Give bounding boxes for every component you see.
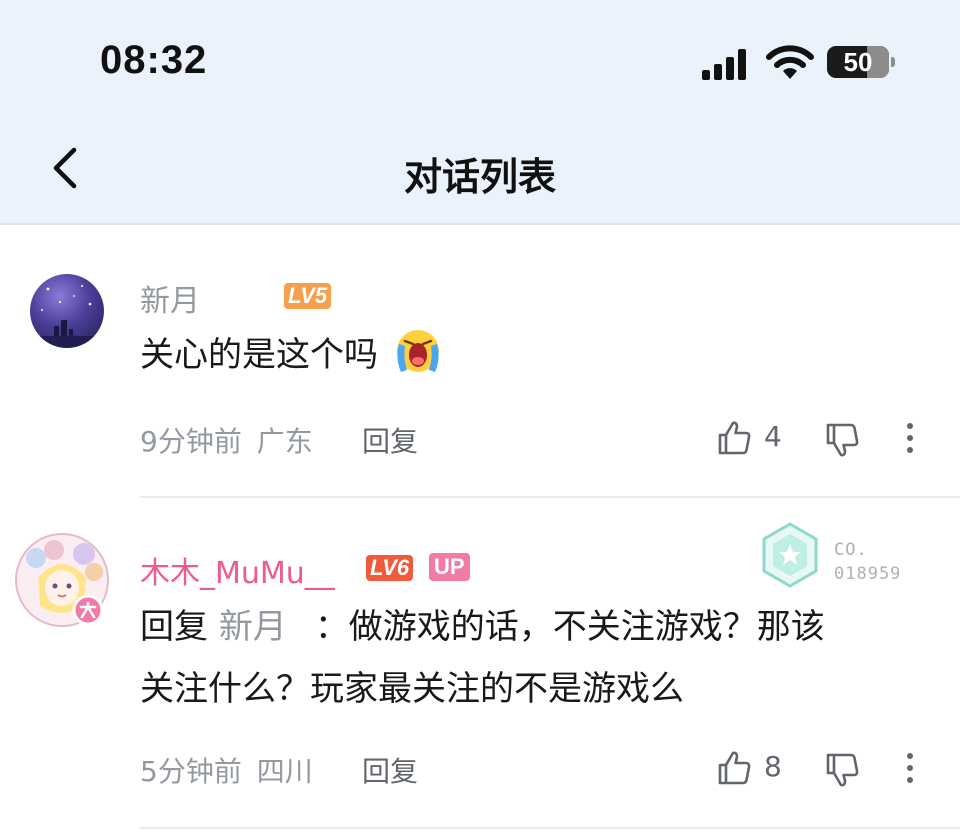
fan-medal-line2: 018959 bbox=[834, 564, 902, 584]
more-options-icon[interactable] bbox=[906, 422, 914, 454]
comment-text-body: ：做游戏的话，不关注游戏？那该 bbox=[314, 607, 825, 647]
battery-icon: 50 bbox=[827, 46, 889, 78]
status-time: 08:32 bbox=[100, 38, 208, 82]
comment-item: 木木_MuMu__ LV6 UP CO. 018959 回复 新月 ：做游戏的话，… bbox=[0, 498, 960, 831]
crying-face-emoji bbox=[396, 330, 439, 372]
reply-mention[interactable]: 新月 bbox=[219, 607, 287, 647]
nav-bar: 对话列表 bbox=[0, 120, 960, 225]
level-badge: LV6 bbox=[366, 555, 414, 581]
reply-button[interactable]: 回复 bbox=[362, 750, 418, 790]
status-bar: 08:32 50 bbox=[0, 0, 960, 120]
comment-location: 四川 bbox=[256, 755, 313, 788]
cellular-signal-icon bbox=[702, 49, 746, 80]
username[interactable]: 木木_MuMu__ bbox=[140, 548, 335, 592]
username[interactable]: 新月 bbox=[140, 276, 200, 320]
divider bbox=[140, 827, 960, 829]
comment-text: 回复 新月 ：做游戏的话，不关注游戏？那该 关注什么？玩家最关注的不是游戏么 bbox=[140, 596, 940, 720]
fan-medal-line1: CO. bbox=[834, 540, 868, 560]
comment-item: 新月 LV5 关心的是这个吗 9分钟前 广东 回复 4 bbox=[0, 226, 960, 498]
thumbs-down-icon[interactable] bbox=[824, 422, 860, 458]
comment-text-line1: 回复 新月 ：做游戏的话，不关注游戏？那该 bbox=[140, 596, 940, 658]
battery-level: 50 bbox=[843, 47, 873, 77]
page-title: 对话列表 bbox=[403, 155, 556, 199]
reply-prefix: 回复 bbox=[140, 607, 208, 647]
like-count: 8 bbox=[764, 750, 782, 783]
vip-badge-icon bbox=[72, 594, 104, 626]
comment-time: 5分钟前 bbox=[140, 755, 242, 788]
battery-nub bbox=[891, 57, 895, 67]
comment-time: 9分钟前 bbox=[140, 425, 242, 458]
comment-text: 关心的是这个吗 bbox=[140, 324, 443, 386]
fan-medal-icon bbox=[762, 522, 818, 588]
reply-button[interactable]: 回复 bbox=[362, 420, 418, 460]
like-count: 4 bbox=[764, 420, 782, 453]
thumbs-down-icon[interactable] bbox=[824, 752, 860, 788]
comment-text-line2: 关注什么？玩家最关注的不是游戏么 bbox=[140, 669, 684, 709]
level-badge: LV5 bbox=[284, 283, 332, 309]
thumbs-up-icon[interactable] bbox=[716, 750, 752, 786]
up-badge: UP bbox=[429, 553, 470, 581]
more-options-icon[interactable] bbox=[906, 752, 914, 784]
comment-text-body: 关心的是这个吗 bbox=[140, 335, 378, 375]
fan-medal-number: CO. 018959 bbox=[834, 538, 901, 586]
wifi-icon bbox=[766, 45, 814, 79]
thumbs-up-icon[interactable] bbox=[716, 420, 752, 456]
comment-meta: 9分钟前 广东 bbox=[140, 420, 313, 460]
avatar[interactable] bbox=[30, 274, 104, 348]
comment-location: 广东 bbox=[256, 425, 313, 458]
comment-meta: 5分钟前 四川 bbox=[140, 750, 313, 790]
